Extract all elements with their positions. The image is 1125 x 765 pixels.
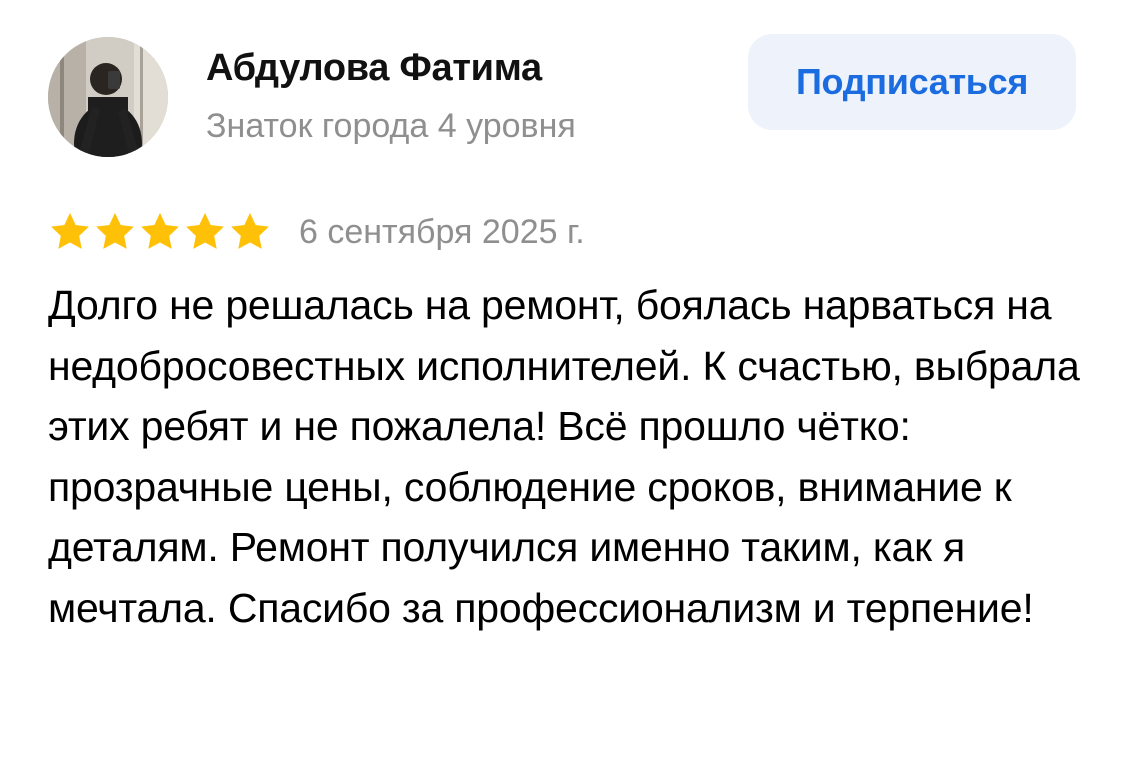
review-rating: 6 сентября 2025 г. <box>48 210 585 254</box>
star-icon <box>93 210 137 254</box>
subscribe-button[interactable]: Подписаться <box>748 34 1076 130</box>
star-icon <box>228 210 272 254</box>
star-icon <box>138 210 182 254</box>
review-text: Долго не решалась на ремонт, боялась нар… <box>48 282 1080 631</box>
avatar[interactable] <box>48 37 168 157</box>
star-icon <box>48 210 92 254</box>
author-level: Знаток города 4 уровня <box>206 107 576 145</box>
rating-stars <box>48 210 273 254</box>
avatar-photo <box>48 37 168 157</box>
star-icon <box>183 210 227 254</box>
review-date: 6 сентября 2025 г. <box>299 213 585 251</box>
author-name[interactable]: Абдулова Фатима <box>206 44 542 92</box>
